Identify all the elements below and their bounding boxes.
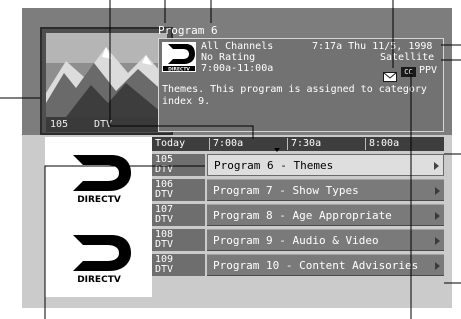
ppv-label: PPV: [419, 65, 438, 76]
program-cell[interactable]: Program 10 - Content Advisories: [207, 254, 444, 276]
program-title: Program 6: [158, 24, 218, 37]
program-cell[interactable]: Program 7 - Show Types: [207, 179, 444, 201]
channel-network: DTV: [155, 214, 174, 225]
channel-network: DTV: [155, 264, 174, 275]
closed-caption-icon: CC: [401, 67, 416, 77]
preview-image: [46, 33, 167, 117]
program-description: Themes. This program is assigned to cate…: [162, 84, 427, 107]
channel-cell: 106 DTV: [152, 179, 205, 201]
channel-cell: 109 DTV: [152, 254, 205, 276]
channel-cell: 108 DTV: [152, 229, 205, 251]
row-arrow-icon: [434, 162, 439, 170]
preview-network: DTV: [94, 119, 113, 130]
channel-network: DTV: [155, 164, 174, 175]
program-name: Program 8 - Age Appropriate: [213, 209, 392, 222]
svg-text:DIRECTV: DIRECTV: [77, 195, 121, 205]
guide-row: 106 DTV Program 7 - Show Types: [152, 179, 444, 201]
directv-logo-icon: DIRECTV: [73, 155, 131, 205]
directv-logo-icon: DIRECTV: [73, 235, 131, 285]
channel-network: DTV: [155, 189, 174, 200]
program-name: Program 6 - Themes: [214, 159, 334, 172]
signal-source: Satellite: [380, 52, 435, 63]
svg-text:DIRECTV: DIRECTV: [168, 66, 190, 72]
program-cell[interactable]: Program 8 - Age Appropriate: [207, 204, 444, 226]
preview-channel: 105: [50, 119, 69, 130]
channel-network: DTV: [155, 239, 174, 250]
guide-row: 109 DTV Program 10 - Content Advisories: [152, 254, 444, 276]
channel-cell: 107 DTV: [152, 204, 205, 226]
time-slot-2[interactable]: 7:30a: [287, 138, 365, 150]
guide-row: 108 DTV Program 9 - Audio & Video: [152, 229, 444, 251]
program-cell-selected[interactable]: Program 6 - Themes: [207, 154, 444, 176]
time-header: Today 7:00a 7:30a 8:00a: [152, 137, 444, 151]
program-info-panel: DIRECTV All Channels No Rating 7:00a-11:…: [158, 38, 444, 132]
row-arrow-icon: [435, 237, 440, 245]
row-arrow-icon: [435, 212, 440, 220]
mountain-scene-icon: [46, 33, 167, 117]
row-arrow-icon: [435, 187, 440, 195]
logo-column: DIRECTV DIRECTV: [45, 137, 152, 297]
program-name: Program 10 - Content Advisories: [213, 259, 419, 272]
svg-text:DIRECTV: DIRECTV: [77, 275, 121, 285]
guide-row: 107 DTV Program 8 - Age Appropriate: [152, 204, 444, 226]
program-guide-screen: 105 DTV Program 6 DIRECTV All Channels N…: [22, 8, 452, 308]
current-time-pointer-icon: [274, 148, 280, 152]
program-name: Program 7 - Show Types: [213, 184, 359, 197]
preview-footer: 105 DTV: [46, 117, 167, 132]
time-slot-3[interactable]: 8:00a: [365, 138, 444, 150]
channel-cell: 105 DTV: [152, 154, 205, 176]
program-cell[interactable]: Program 9 - Audio & Video: [207, 229, 444, 251]
guide-row: 105 DTV Program 6 - Themes: [152, 154, 444, 176]
program-name: Program 9 - Audio & Video: [213, 234, 379, 247]
time-range: 7:00a-11:00a: [201, 63, 274, 74]
directv-logo-icon: DIRECTV: [162, 42, 196, 72]
row-arrow-icon: [435, 262, 440, 270]
preview-window: 105 DTV: [40, 27, 173, 135]
today-label: Today: [155, 138, 186, 149]
